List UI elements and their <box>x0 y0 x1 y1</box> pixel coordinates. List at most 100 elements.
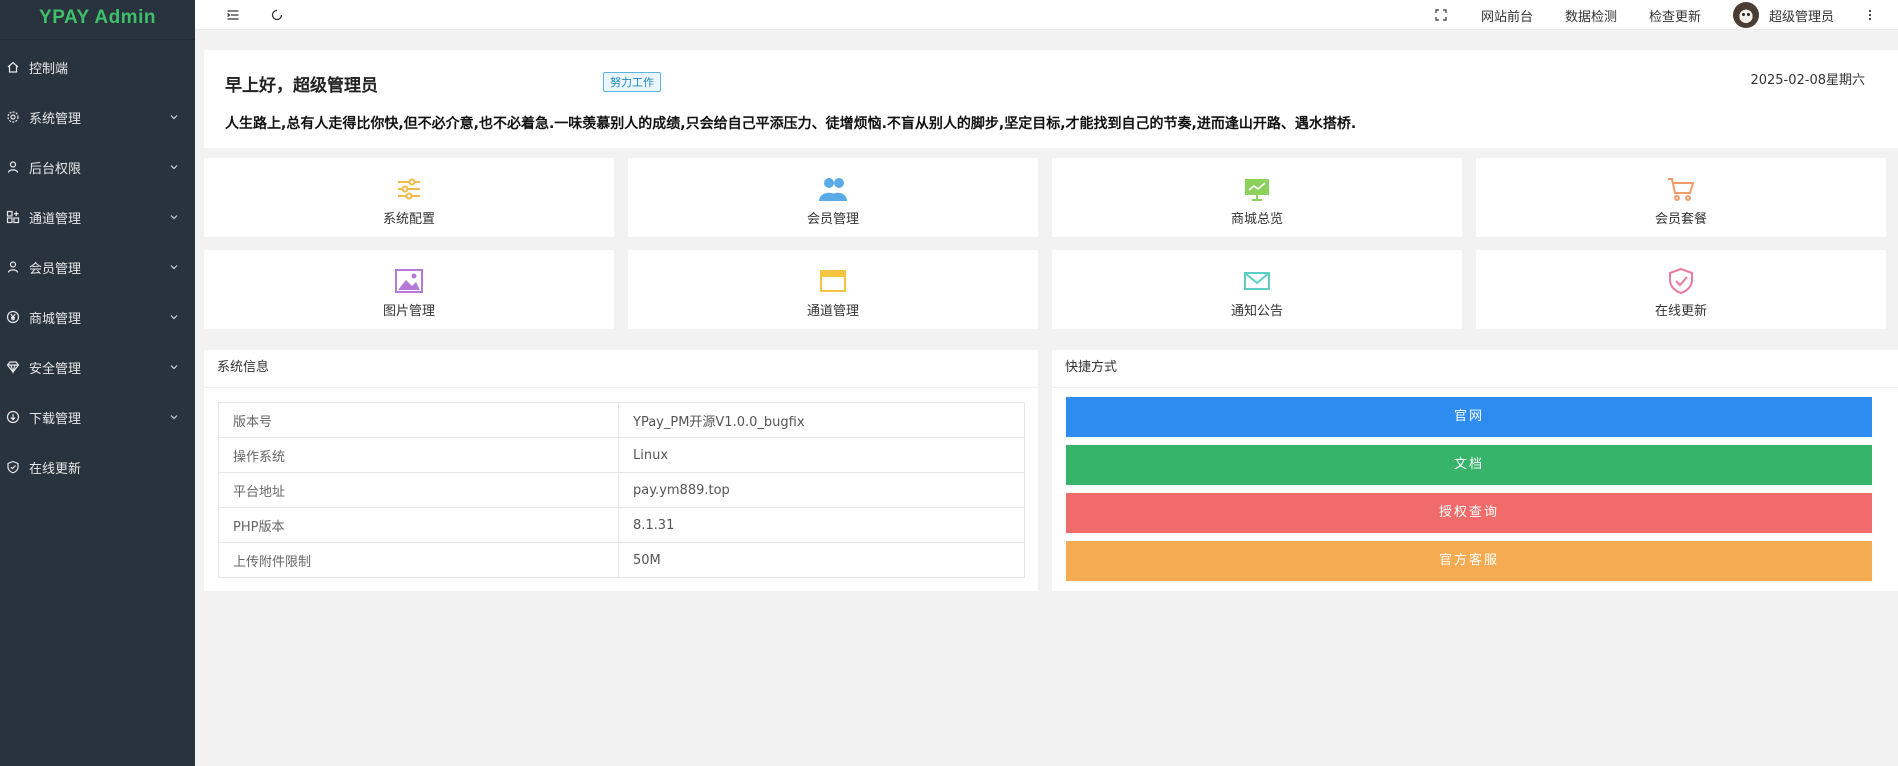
sidebar-item-dashboard[interactable]: 控制端 <box>0 42 195 92</box>
user-name[interactable]: 超级管理员 <box>1769 6 1834 25</box>
sidebar-item-label: 在线更新 <box>29 461 82 477</box>
chevron-down-icon <box>169 261 179 271</box>
fullscreen-icon[interactable] <box>1433 7 1449 23</box>
license-query-button[interactable]: 授权查询 <box>1066 493 1872 533</box>
quick-card-channel-management[interactable]: 通道管理 <box>628 250 1038 329</box>
quick-card-label: 通知公告 <box>1230 304 1283 319</box>
user-icon <box>6 260 20 274</box>
quick-card-mall-overview[interactable]: 商城总览 <box>1052 158 1462 237</box>
shield-check-icon <box>6 460 20 474</box>
sidebar-item-label: 下载管理 <box>29 411 82 427</box>
header-link-data-check[interactable]: 数据检测 <box>1565 6 1617 25</box>
table-row: 版本号 YPay_PM开源V1.0.0_bugfix <box>218 402 1025 438</box>
table-row: PHP版本 8.1.31 <box>218 507 1025 543</box>
header-actions: 网站前台 数据检测 检查更新 超级管理员 <box>1433 0 1898 30</box>
sliders-icon <box>394 175 424 203</box>
info-value: 8.1.31 <box>618 507 1025 543</box>
system-info-table: 版本号 YPay_PM开源V1.0.0_bugfix 操作系统 Linux 平台… <box>218 402 1025 578</box>
sidebar-item-channels[interactable]: 通道管理 <box>0 192 195 242</box>
status-badge: 努力工作 <box>603 72 661 92</box>
sidebar-item-downloads[interactable]: 下载管理 <box>0 392 195 442</box>
quick-card-system-config[interactable]: 系统配置 <box>204 158 614 237</box>
sidebar-item-label: 系统管理 <box>29 111 82 127</box>
sidebar-item-system[interactable]: 系统管理 <box>0 92 195 142</box>
download-circle-icon <box>6 410 20 424</box>
quick-card-label: 通道管理 <box>806 304 859 319</box>
motto-text: 人生路上,总有人走得比你快,但不必介意,也不必着急.一味羡慕别人的成绩,只会给自… <box>225 116 1357 132</box>
chevron-down-icon <box>169 361 179 371</box>
quick-card-label: 图片管理 <box>382 304 435 319</box>
menu-toggle-icon[interactable] <box>225 7 241 23</box>
quick-card-label: 会员管理 <box>806 212 859 227</box>
users-icon <box>818 175 848 203</box>
more-vertical-icon[interactable] <box>1862 7 1878 23</box>
chart-board-icon <box>1242 175 1272 203</box>
chevron-down-icon <box>169 311 179 321</box>
info-key: 上传附件限制 <box>218 542 619 578</box>
quick-card-label: 商城总览 <box>1230 212 1283 227</box>
sidebar-item-permissions[interactable]: 后台权限 <box>0 142 195 192</box>
table-row: 平台地址 pay.ym889.top <box>218 472 1025 508</box>
quick-card-label: 系统配置 <box>382 212 435 227</box>
welcome-card: 早上好，超级管理员 努力工作 2025-02-08星期六 人生路上,总有人走得比… <box>204 50 1898 148</box>
sidebar-item-online-update[interactable]: 在线更新 <box>0 442 195 492</box>
window-icon <box>818 267 848 295</box>
refresh-icon[interactable] <box>269 7 285 23</box>
panel-title: 快捷方式 <box>1052 350 1898 388</box>
chevron-down-icon <box>169 411 179 421</box>
info-value: Linux <box>618 437 1025 473</box>
info-value: 50M <box>618 542 1025 578</box>
info-key: 版本号 <box>218 402 619 438</box>
sidebar-item-label: 后台权限 <box>29 161 82 177</box>
sidebar-item-label: 通道管理 <box>29 211 82 227</box>
info-value: YPay_PM开源V1.0.0_bugfix <box>618 402 1025 438</box>
info-value: pay.ym889.top <box>618 472 1025 508</box>
sidebar-item-mall[interactable]: 商城管理 <box>0 292 195 342</box>
official-site-button[interactable]: 官网 <box>1066 397 1872 437</box>
info-key: 平台地址 <box>218 472 619 508</box>
docs-button[interactable]: 文档 <box>1066 445 1872 485</box>
sidebar-item-members[interactable]: 会员管理 <box>0 242 195 292</box>
top-header: 网站前台 数据检测 检查更新 超级管理员 <box>195 0 1898 30</box>
shield-check-icon <box>1666 267 1696 295</box>
sidebar-item-label: 会员管理 <box>29 261 82 277</box>
quick-card-member-management[interactable]: 会员管理 <box>628 158 1038 237</box>
info-key: 操作系统 <box>218 437 619 473</box>
chevron-down-icon <box>169 211 179 221</box>
greeting-text: 早上好，超级管理员 <box>225 76 378 96</box>
mail-icon <box>1242 267 1272 295</box>
info-key: PHP版本 <box>218 507 619 543</box>
system-info-panel: 系统信息 版本号 YPay_PM开源V1.0.0_bugfix 操作系统 Lin… <box>204 350 1038 591</box>
header-link-frontend[interactable]: 网站前台 <box>1481 6 1533 25</box>
header-link-check-update[interactable]: 检查更新 <box>1649 6 1701 25</box>
quick-card-image-management[interactable]: 图片管理 <box>204 250 614 329</box>
quick-card-member-packages[interactable]: 会员套餐 <box>1476 158 1886 237</box>
app-logo[interactable]: YPAY Admin <box>0 0 195 40</box>
sidebar-item-label: 商城管理 <box>29 311 82 327</box>
shortcuts-panel: 快捷方式 官网 文档 授权查询 官方客服 <box>1052 350 1898 591</box>
sidebar-item-label: 安全管理 <box>29 361 82 377</box>
avatar[interactable] <box>1732 2 1759 28</box>
panel-title: 系统信息 <box>204 350 1038 388</box>
image-icon <box>394 267 424 295</box>
quick-card-label: 会员套餐 <box>1654 212 1707 227</box>
customer-service-button[interactable]: 官方客服 <box>1066 541 1872 581</box>
gear-icon <box>6 110 20 124</box>
table-row: 操作系统 Linux <box>218 437 1025 473</box>
user-icon <box>6 160 20 174</box>
chevron-down-icon <box>169 161 179 171</box>
grid-plus-icon <box>6 210 20 224</box>
current-date: 2025-02-08星期六 <box>1750 73 1865 88</box>
sidebar-item-label: 控制端 <box>29 61 69 77</box>
sidebar-item-security[interactable]: 安全管理 <box>0 342 195 392</box>
quick-card-notices[interactable]: 通知公告 <box>1052 250 1462 329</box>
quick-card-label: 在线更新 <box>1654 304 1707 319</box>
cart-icon <box>1666 175 1696 203</box>
diamond-icon <box>6 360 20 374</box>
sidebar: YPAY Admin 控制端 系统管理 后台权限 通道管理 会员管理 商城管理 … <box>0 0 195 766</box>
home-icon <box>6 60 20 74</box>
yen-icon <box>6 310 20 324</box>
chevron-down-icon <box>169 111 179 121</box>
quick-card-online-update[interactable]: 在线更新 <box>1476 250 1886 329</box>
table-row: 上传附件限制 50M <box>218 542 1025 578</box>
